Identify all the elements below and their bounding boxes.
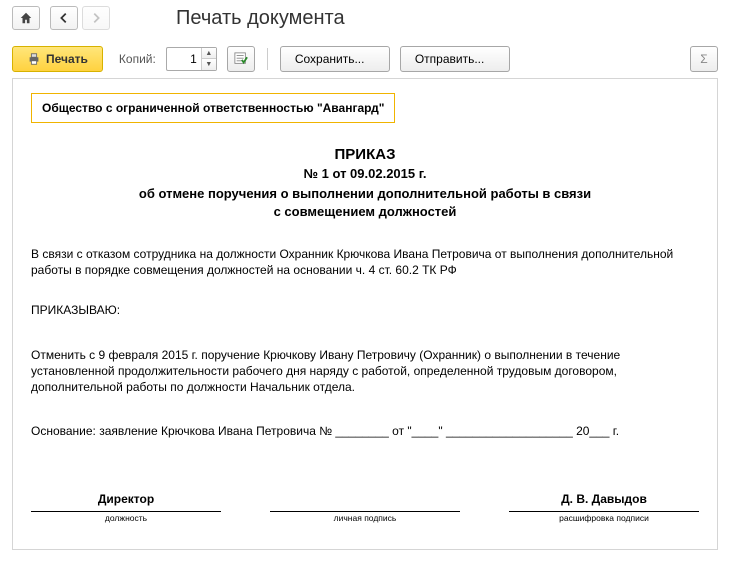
signature-row: Директор должность личная подпись Д. В. … [31,491,699,524]
save-button-label: Сохранить... [295,52,365,66]
sig-name-label: расшифровка подписи [509,513,699,524]
signature-personal: личная подпись [270,491,460,524]
sum-button[interactable]: Σ [690,46,718,72]
print-button-label: Печать [46,52,88,66]
org-name-box: Общество с ограниченной ответственностью… [31,93,395,123]
sig-position-value: Директор [31,491,221,508]
doc-subtitle: об отмене поручения о выполнении дополни… [135,185,595,220]
copies-down[interactable]: ▼ [202,59,216,70]
preview-button[interactable] [227,46,255,72]
copies-label: Копий: [119,52,156,66]
arrow-left-icon [57,11,71,25]
sig-mid-label: личная подпись [270,513,460,524]
toolbar-divider [267,48,268,70]
command-line: ПРИКАЗЫВАЮ: [31,302,699,318]
forward-button[interactable] [82,6,110,30]
navbar: Печать документа [0,0,730,40]
doc-title: ПРИКАЗ [31,145,699,165]
send-button-label: Отправить... [415,52,485,66]
copies-spinner[interactable]: ▲ ▼ [166,47,217,71]
print-button[interactable]: Печать [12,46,103,72]
document-preview[interactable]: Общество с ограниченной ответственностью… [12,78,718,550]
send-button[interactable]: Отправить... [400,46,510,72]
sigma-icon: Σ [700,52,707,66]
copies-input[interactable] [167,52,201,66]
printer-icon [27,52,41,66]
page-title: Печать документа [176,7,345,30]
order-text: Отменить с 9 февраля 2015 г. поручение К… [31,347,699,396]
preamble: В связи с отказом сотрудника на должност… [31,246,699,278]
back-button[interactable] [50,6,78,30]
arrow-right-icon [89,11,103,25]
basis-line: Основание: заявление Крючкова Ивана Петр… [31,423,699,439]
signature-name: Д. В. Давыдов расшифровка подписи [509,491,699,524]
copies-up[interactable]: ▲ [202,48,216,59]
home-icon [19,11,33,25]
sig-position-label: должность [31,513,221,524]
signature-position: Директор должность [31,491,221,524]
table-check-icon [234,52,248,66]
doc-number: № 1 от 09.02.2015 г. [31,165,699,183]
document-header: ПРИКАЗ № 1 от 09.02.2015 г. об отмене по… [31,145,699,220]
home-button[interactable] [12,6,40,30]
sig-name-value: Д. В. Давыдов [509,491,699,508]
save-button[interactable]: Сохранить... [280,46,390,72]
toolbar: Печать Копий: ▲ ▼ Сохранить... Отправить… [0,40,730,78]
